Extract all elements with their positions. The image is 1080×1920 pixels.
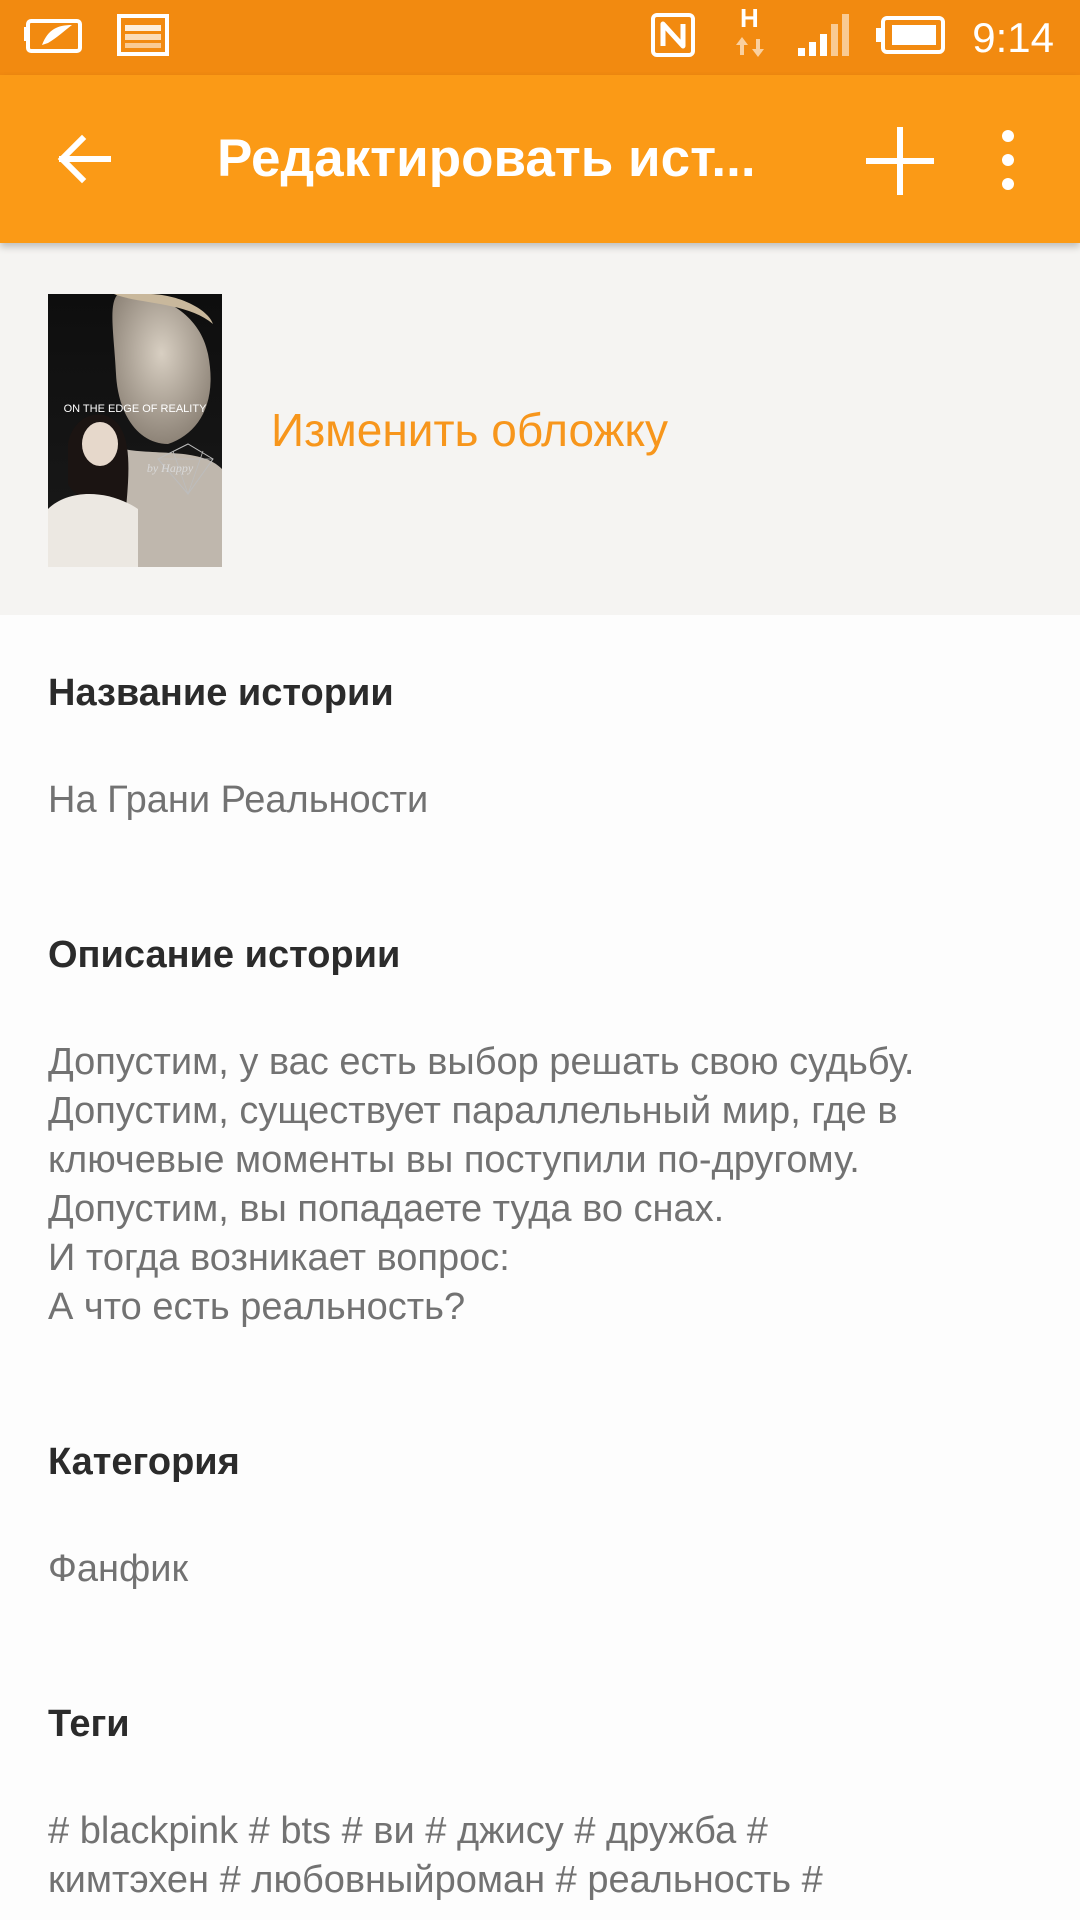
status-bar-system: H 9:14 — [650, 0, 1054, 75]
image-notification-icon — [116, 13, 170, 62]
back-button[interactable] — [52, 127, 116, 191]
page-title: Редактировать ист... — [217, 129, 756, 188]
category-label: Категория — [48, 1441, 240, 1483]
description-line: А что есть реальность? — [48, 1286, 466, 1328]
toolbar: Редактировать ист... — [0, 75, 1080, 243]
change-cover-button[interactable]: Изменить обложку — [271, 403, 668, 457]
status-time: 9:14 — [972, 13, 1054, 61]
description-line: Допустим, вы попадаете туда во снах. — [48, 1188, 725, 1230]
svg-text:H: H — [740, 3, 759, 33]
tags-line: # blackpink # bts # ви # джису # дружба … — [48, 1810, 768, 1852]
network-h-icon: H — [730, 3, 774, 72]
tags-field[interactable]: # blackpink # bts # ви # джису # дружба … — [48, 1807, 1048, 1905]
story-title-field[interactable]: На Грани Реальности — [48, 779, 428, 822]
cover-section: ON THE EDGE OF REALITY by Happy Изменить… — [0, 243, 1080, 615]
story-title-label: Название истории — [48, 672, 394, 714]
gallery-notification-icon — [24, 15, 84, 60]
category-field[interactable]: Фанфик — [48, 1548, 188, 1591]
description-line: ключевые моменты вы поступили по-другому… — [48, 1139, 860, 1181]
plus-icon — [866, 127, 934, 195]
more-vert-icon — [1002, 130, 1014, 190]
status-bar-notifications — [24, 13, 170, 62]
battery-icon — [876, 15, 946, 60]
story-description-field[interactable]: Допустим, у вас есть выбор решать свою с… — [48, 1038, 1048, 1332]
more-options-button[interactable] — [990, 125, 1026, 195]
arrow-back-icon — [57, 134, 111, 184]
tags-label: Теги — [48, 1703, 130, 1745]
cover-thumbnail-title: ON THE EDGE OF REALITY — [64, 403, 207, 415]
signal-icon — [796, 12, 854, 63]
description-line: Допустим, у вас есть выбор решать свою с… — [48, 1041, 915, 1083]
cover-thumbnail[interactable]: ON THE EDGE OF REALITY by Happy — [48, 294, 222, 567]
add-button[interactable] — [862, 123, 938, 199]
story-description-label: Описание истории — [48, 934, 401, 976]
status-bar: H 9:14 — [0, 0, 1080, 75]
tags-line: кимтэхен # любовныйроман # реальность # — [48, 1859, 823, 1901]
cover-thumbnail-author: by Happy — [147, 461, 194, 475]
nfc-icon — [650, 12, 696, 63]
description-line: И тогда возникает вопрос: — [48, 1237, 510, 1279]
description-line: Допустим, существует параллельный мир, г… — [48, 1090, 898, 1132]
